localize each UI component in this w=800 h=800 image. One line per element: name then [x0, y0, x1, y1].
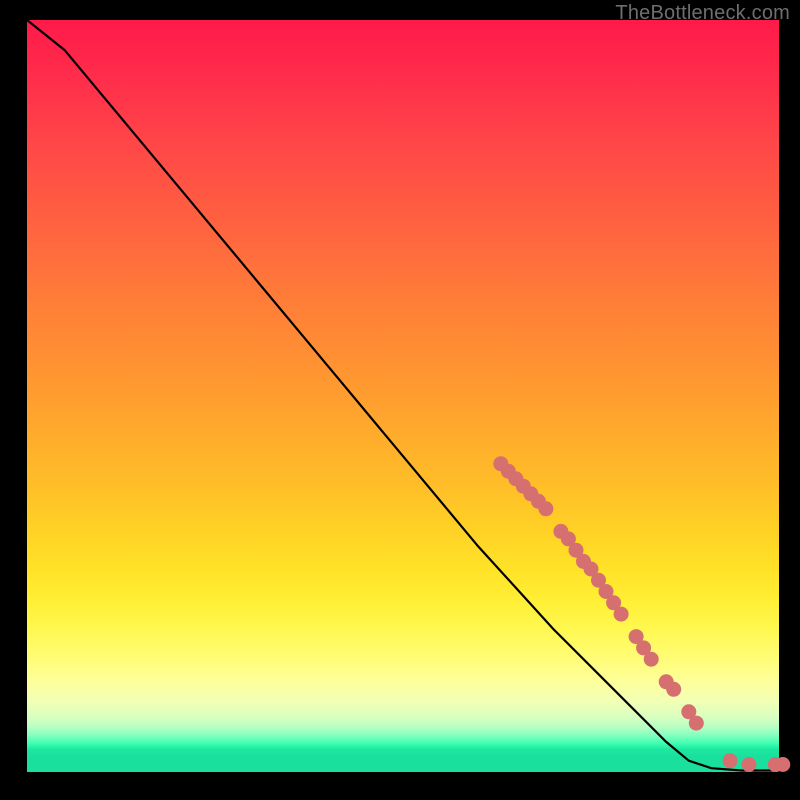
data-marker: [538, 501, 553, 516]
watermark-text: TheBottleneck.com: [615, 2, 790, 25]
data-marker: [666, 682, 681, 697]
data-marker: [775, 757, 790, 772]
data-marker: [741, 757, 756, 772]
bottleneck-curve: [27, 20, 779, 771]
data-marker: [644, 652, 659, 667]
marker-group: [493, 456, 790, 772]
data-marker: [614, 607, 629, 622]
chart-stage: TheBottleneck.com: [0, 0, 800, 800]
chart-overlay-svg: [27, 20, 779, 772]
data-marker: [689, 716, 704, 731]
data-marker: [723, 753, 738, 768]
